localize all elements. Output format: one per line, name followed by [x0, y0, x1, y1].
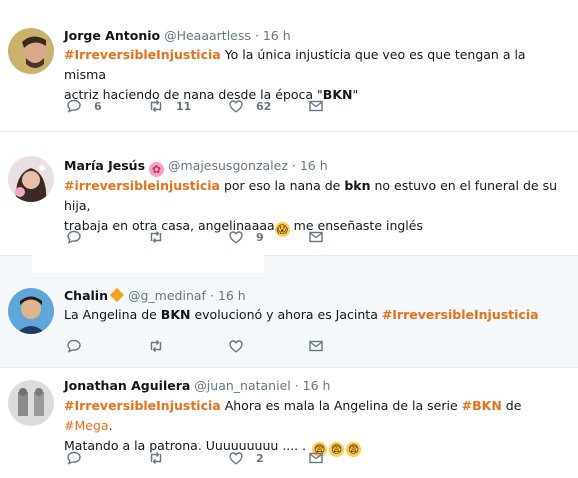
- like-count: 9: [256, 230, 264, 244]
- bold-text: BKN: [322, 87, 353, 102]
- divider-strip: [32, 255, 264, 273]
- tweet-header: Chalin @g_medinaf · 16 h: [64, 287, 246, 303]
- text-segment: Ahora es mala la Angelina de la serie: [220, 398, 462, 413]
- like-button[interactable]: 62: [228, 98, 271, 114]
- retweet-button[interactable]: [148, 229, 164, 245]
- like-button[interactable]: 9: [228, 229, 264, 245]
- text-segment: .: [108, 418, 113, 433]
- heart-icon: [229, 231, 243, 244]
- author-name[interactable]: Chalin: [64, 288, 108, 303]
- dm-button[interactable]: [308, 229, 324, 245]
- like-count: 2: [256, 451, 264, 465]
- hashtag[interactable]: #IrreversibleInjusticia: [64, 398, 221, 413]
- text-segment: ": [352, 87, 359, 102]
- envelope-icon: [309, 231, 323, 243]
- hibiscus-icon: ✿: [149, 162, 165, 177]
- text-segment: de: [501, 398, 522, 413]
- tweet[interactable]: Jorge Antonio @Heaaartless · 16 h #Irrev…: [0, 0, 578, 132]
- author-handle[interactable]: @Heaaartless: [164, 28, 251, 43]
- author-handle[interactable]: @majesusgonzalez: [168, 158, 288, 173]
- retweet-icon: [150, 452, 162, 464]
- timestamp[interactable]: · 16 h: [292, 158, 328, 173]
- hashtag[interactable]: #BKN: [462, 398, 502, 413]
- avatar[interactable]: [8, 156, 54, 202]
- envelope-icon: [309, 340, 323, 352]
- scream-emoji-icon: 😱: [274, 222, 290, 237]
- heart-icon: [229, 340, 243, 353]
- tweet-header: Jonathan Aguilera @juan_nataniel · 16 h: [64, 378, 330, 393]
- reply-icon: [67, 339, 81, 353]
- anxious-emoji-icon: 😨: [329, 442, 345, 457]
- avatar[interactable]: [8, 380, 54, 426]
- reply-button[interactable]: [66, 338, 82, 354]
- author-name[interactable]: Jonathan Aguilera: [64, 378, 190, 393]
- retweet-button[interactable]: 11: [148, 98, 191, 114]
- timestamp[interactable]: · 16 h: [210, 288, 246, 303]
- heart-icon: [229, 100, 243, 113]
- tweet-header: Jorge Antonio @Heaaartless · 16 h: [64, 28, 291, 43]
- avatar[interactable]: [8, 288, 54, 334]
- like-button[interactable]: [228, 338, 244, 354]
- reply-button[interactable]: 6: [66, 98, 102, 114]
- bold-text: bkn: [344, 178, 371, 193]
- retweet-button[interactable]: [148, 338, 164, 354]
- like-count: 62: [256, 99, 272, 113]
- reply-count: 6: [94, 99, 102, 113]
- retweet-button[interactable]: [148, 450, 164, 466]
- text-segment: por eso la nana de: [220, 178, 345, 193]
- heart-icon: [229, 452, 243, 465]
- timestamp[interactable]: · 16 h: [295, 378, 331, 393]
- text-segment: evolucionó y ahora es Jacinta: [190, 307, 382, 322]
- hashtag[interactable]: #IrreversibleInjusticia: [382, 307, 539, 322]
- tweet-text: #irreversibleinjusticia por eso la nana …: [64, 176, 569, 237]
- tweet-header: María Jesús ✿ @majesusgonzalez · 16 h: [64, 158, 328, 177]
- tweet-text: #IrreversibleInjusticia Ahora es mala la…: [64, 396, 569, 457]
- text-segment: Matando a la patrona. Uuuuuuuuu .... .: [64, 438, 307, 453]
- reply-icon: [67, 451, 81, 465]
- reply-icon: [67, 99, 81, 113]
- tweet[interactable]: María Jesús ✿ @majesusgonzalez · 16 h #i…: [0, 132, 578, 256]
- avatar[interactable]: [8, 28, 54, 74]
- envelope-icon: [309, 452, 323, 464]
- author-handle[interactable]: @juan_nataniel: [194, 378, 290, 393]
- tweet-text: La Angelina de BKN evolucionó y ahora es…: [64, 305, 569, 325]
- envelope-icon: [309, 100, 323, 112]
- bold-text: BKN: [160, 307, 191, 322]
- text-segment: actriz haciendo de nana desde la época ": [64, 87, 323, 102]
- tweet[interactable]: Jonathan Aguilera @juan_nataniel · 16 h …: [0, 368, 578, 478]
- reply-icon: [67, 230, 81, 244]
- timestamp[interactable]: · 16 h: [255, 28, 291, 43]
- retweet-icon: [150, 231, 162, 243]
- author-name[interactable]: Jorge Antonio: [64, 28, 160, 43]
- like-button[interactable]: 2: [228, 450, 264, 466]
- retweet-icon: [150, 100, 162, 112]
- dm-button[interactable]: [308, 450, 324, 466]
- reply-button[interactable]: [66, 450, 82, 466]
- dm-button[interactable]: [308, 338, 324, 354]
- anxious-emoji-icon: 😨: [346, 442, 362, 457]
- tweet-text: #IrreversibleInjusticia Yo la única inju…: [64, 45, 569, 105]
- hashtag[interactable]: #IrreversibleInjusticia: [64, 47, 221, 62]
- text-segment: La Angelina de: [64, 307, 161, 322]
- retweet-icon: [150, 340, 162, 352]
- hashtag[interactable]: #irreversibleinjusticia: [64, 178, 220, 193]
- retweet-count: 11: [176, 99, 192, 113]
- diamond-icon: [109, 287, 125, 303]
- hashtag[interactable]: #Mega: [64, 418, 109, 433]
- author-handle[interactable]: @g_medinaf: [128, 288, 206, 303]
- author-name[interactable]: María Jesús: [64, 158, 145, 173]
- reply-button[interactable]: [66, 229, 82, 245]
- dm-button[interactable]: [308, 98, 324, 114]
